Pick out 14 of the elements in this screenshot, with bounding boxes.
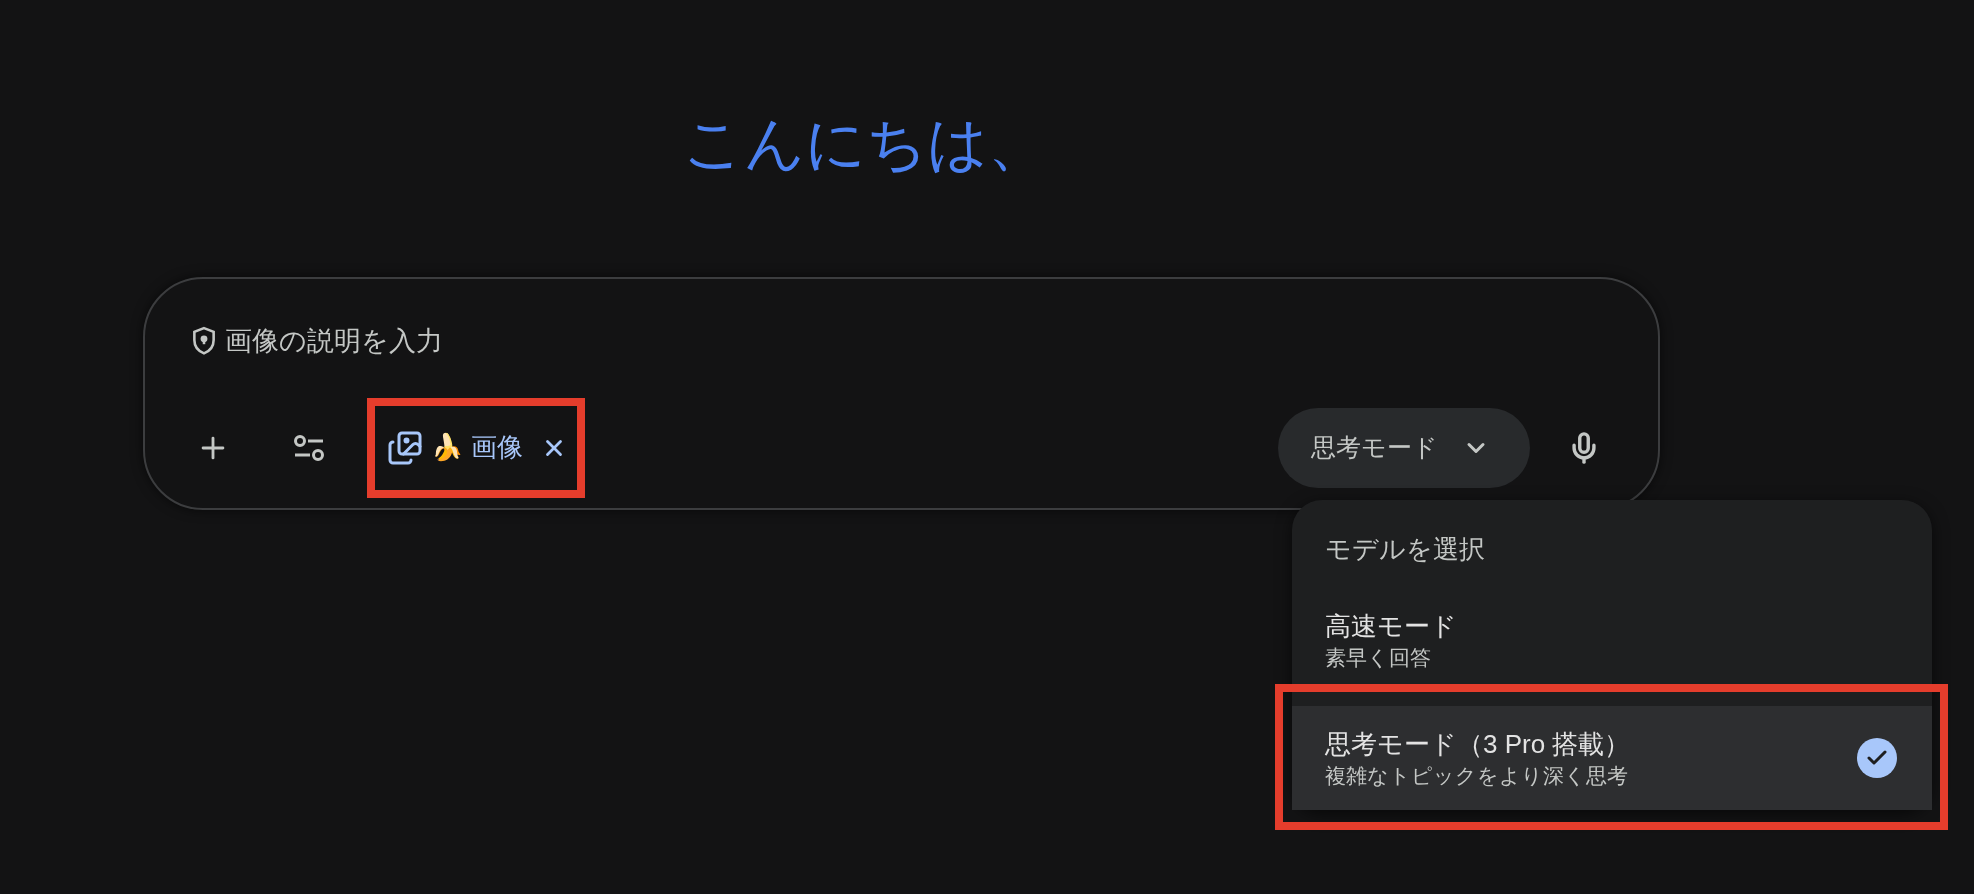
option-description: 素早く回答 [1325,645,1432,671]
option-label: 高速モード [1325,610,1458,643]
settings-icon [293,433,325,462]
image-tool-chip[interactable]: 🍌 画像 [367,419,529,476]
model-option[interactable]: 高速モード 素早く回答 [1292,588,1932,692]
option-description: 複雑なトピックをより深く思考 [1325,763,1629,789]
shield-icon [191,326,217,357]
prompt-input[interactable]: 画像の説明を入力 [225,321,1025,362]
greeting: こんにちは、 [683,110,1048,177]
menu-title: モデルを選択 [1325,534,1485,564]
option-label: 思考モード（3 Pro 搭載） [1325,728,1632,761]
images-icon [387,429,423,466]
model-option[interactable]: 思考モード（3 Pro 搭載） 複雑なトピックをより深く思考 [1292,706,1932,810]
mode-button[interactable]: 思考モード [1278,407,1530,488]
